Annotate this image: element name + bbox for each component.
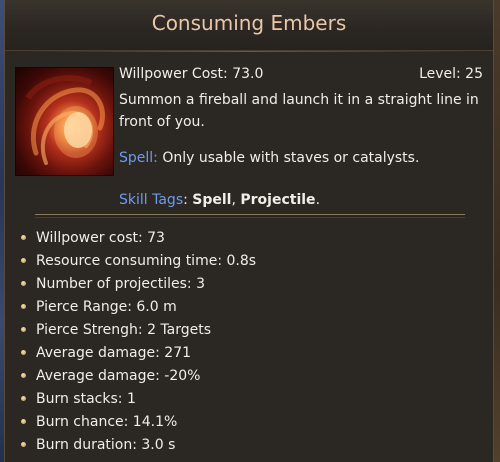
bullet-icon (21, 350, 26, 355)
skill-level: Level: 25 (419, 66, 483, 82)
stat-text: Average damage: -20% (36, 367, 201, 384)
stat-text: Number of projectiles: 3 (36, 275, 205, 292)
bullet-icon (21, 258, 26, 263)
skill-tag-projectile: Projectile (240, 192, 316, 208)
skill-tags: Skill Tags: Spell, Projectile. (119, 192, 320, 208)
stat-item: Number of projectiles: 3 (18, 272, 256, 295)
skill-tooltip: Consuming Embers Willpower Cost: 73.0 Le… (4, 0, 494, 462)
bullet-icon (21, 396, 26, 401)
tooltip-title-bar: Consuming Embers (5, 0, 493, 52)
stat-text: Burn chance: 14.1% (36, 413, 178, 430)
willpower-cost-header: Willpower Cost: 73.0 (119, 66, 264, 82)
stat-item: Burn duration: 3.0 s (18, 433, 256, 456)
stat-item: Burn chance: 14.1% (18, 410, 256, 433)
stat-text: Pierce Range: 6.0 m (36, 298, 177, 315)
fireball-swirl-icon (25, 75, 105, 165)
bullet-icon (21, 373, 26, 378)
stat-text: Burn duration: 3.0 s (36, 436, 176, 453)
skill-tag-spell: Spell (192, 192, 232, 208)
bullet-icon (21, 235, 26, 240)
bullet-icon (21, 281, 26, 286)
stats-list: Willpower cost: 73 Resource consuming ti… (18, 226, 256, 456)
requirement-keyword: Spell: (119, 150, 158, 166)
stat-item: Average damage: -20% (18, 364, 256, 387)
stat-text: Willpower cost: 73 (36, 229, 165, 246)
stat-text: Resource consuming time: 0.8s (36, 252, 257, 269)
background-right-edge (493, 0, 500, 462)
skill-requirement: Spell: Only usable with staves or cataly… (119, 150, 419, 166)
stat-item: Resource consuming time: 0.8s (18, 249, 256, 272)
bullet-icon (21, 304, 26, 309)
bullet-icon (21, 419, 26, 424)
skill-tags-separator: : (183, 192, 193, 208)
stat-text: Burn stacks: 1 (36, 390, 136, 407)
stat-item: Pierce Strengh: 2 Targets (18, 318, 256, 341)
stat-item: Burn stacks: 1 (18, 387, 256, 410)
skill-description: Summon a fireball and launch it in a str… (119, 92, 479, 130)
requirement-text: Only usable with staves or catalysts. (157, 150, 420, 166)
stat-text: Average damage: 271 (36, 344, 192, 361)
skill-tags-end: . (315, 192, 321, 208)
skill-tags-label: Skill Tags (119, 192, 184, 208)
stat-item: Pierce Range: 6.0 m (18, 295, 256, 318)
bullet-icon (21, 442, 26, 447)
stat-text: Pierce Strengh: 2 Targets (36, 321, 212, 338)
divider (35, 214, 465, 218)
stat-item: Average damage: 271 (18, 341, 256, 364)
fireball-skill-icon (15, 67, 114, 176)
bullet-icon (21, 327, 26, 332)
skill-title: Consuming Embers (151, 11, 347, 35)
stat-item: Willpower cost: 73 (18, 226, 256, 249)
